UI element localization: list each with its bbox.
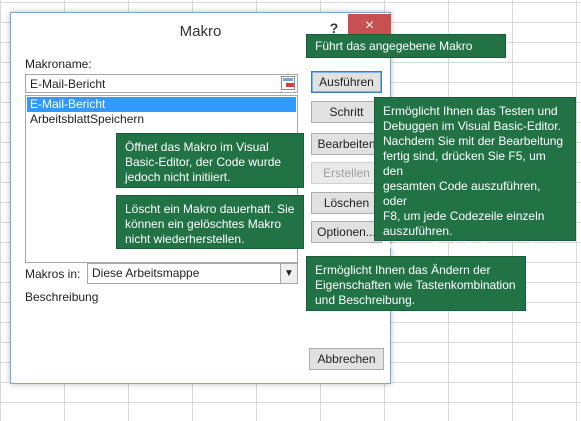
macros-in-label: Makros in: [25,267,81,281]
description-label: Beschreibung [25,290,99,304]
callout-options: Ermöglicht Ihnen das Ändern der Eigensch… [306,256,526,311]
cancel-button[interactable]: Abbrechen [309,348,384,370]
callout-delete: Löscht ein Makro dauerhaft. Sie können e… [116,195,304,249]
callout-step: Ermöglicht Ihnen das Testen und Debuggen… [374,97,576,268]
macros-in-value: Diese Arbeitsmappe [92,266,200,280]
step-button[interactable]: Schritt [311,101,382,123]
run-button[interactable]: Ausführen [311,71,382,93]
macro-name-label: Makroname: [25,57,92,71]
options-button[interactable]: Optionen... [311,221,382,243]
edit-button[interactable]: Bearbeiten [311,133,382,155]
list-item[interactable]: ArbeitsblattSpeichern [27,112,296,127]
callout-run: Führt das angegebene Makro aus. [306,34,506,68]
create-button: Erstellen [311,162,382,184]
macro-name-input[interactable]: E-Mail-Bericht [25,74,298,93]
delete-button[interactable]: Löschen [311,192,382,214]
callout-edit: Öffnet das Makro im Visual Basic-Editor,… [116,133,304,188]
list-item[interactable]: E-Mail-Bericht [27,97,296,112]
macros-in-select[interactable]: Diese Arbeitsmappe ▼ [87,263,298,284]
chevron-down-icon[interactable]: ▼ [280,264,297,283]
collapse-dialog-icon[interactable] [281,76,295,90]
